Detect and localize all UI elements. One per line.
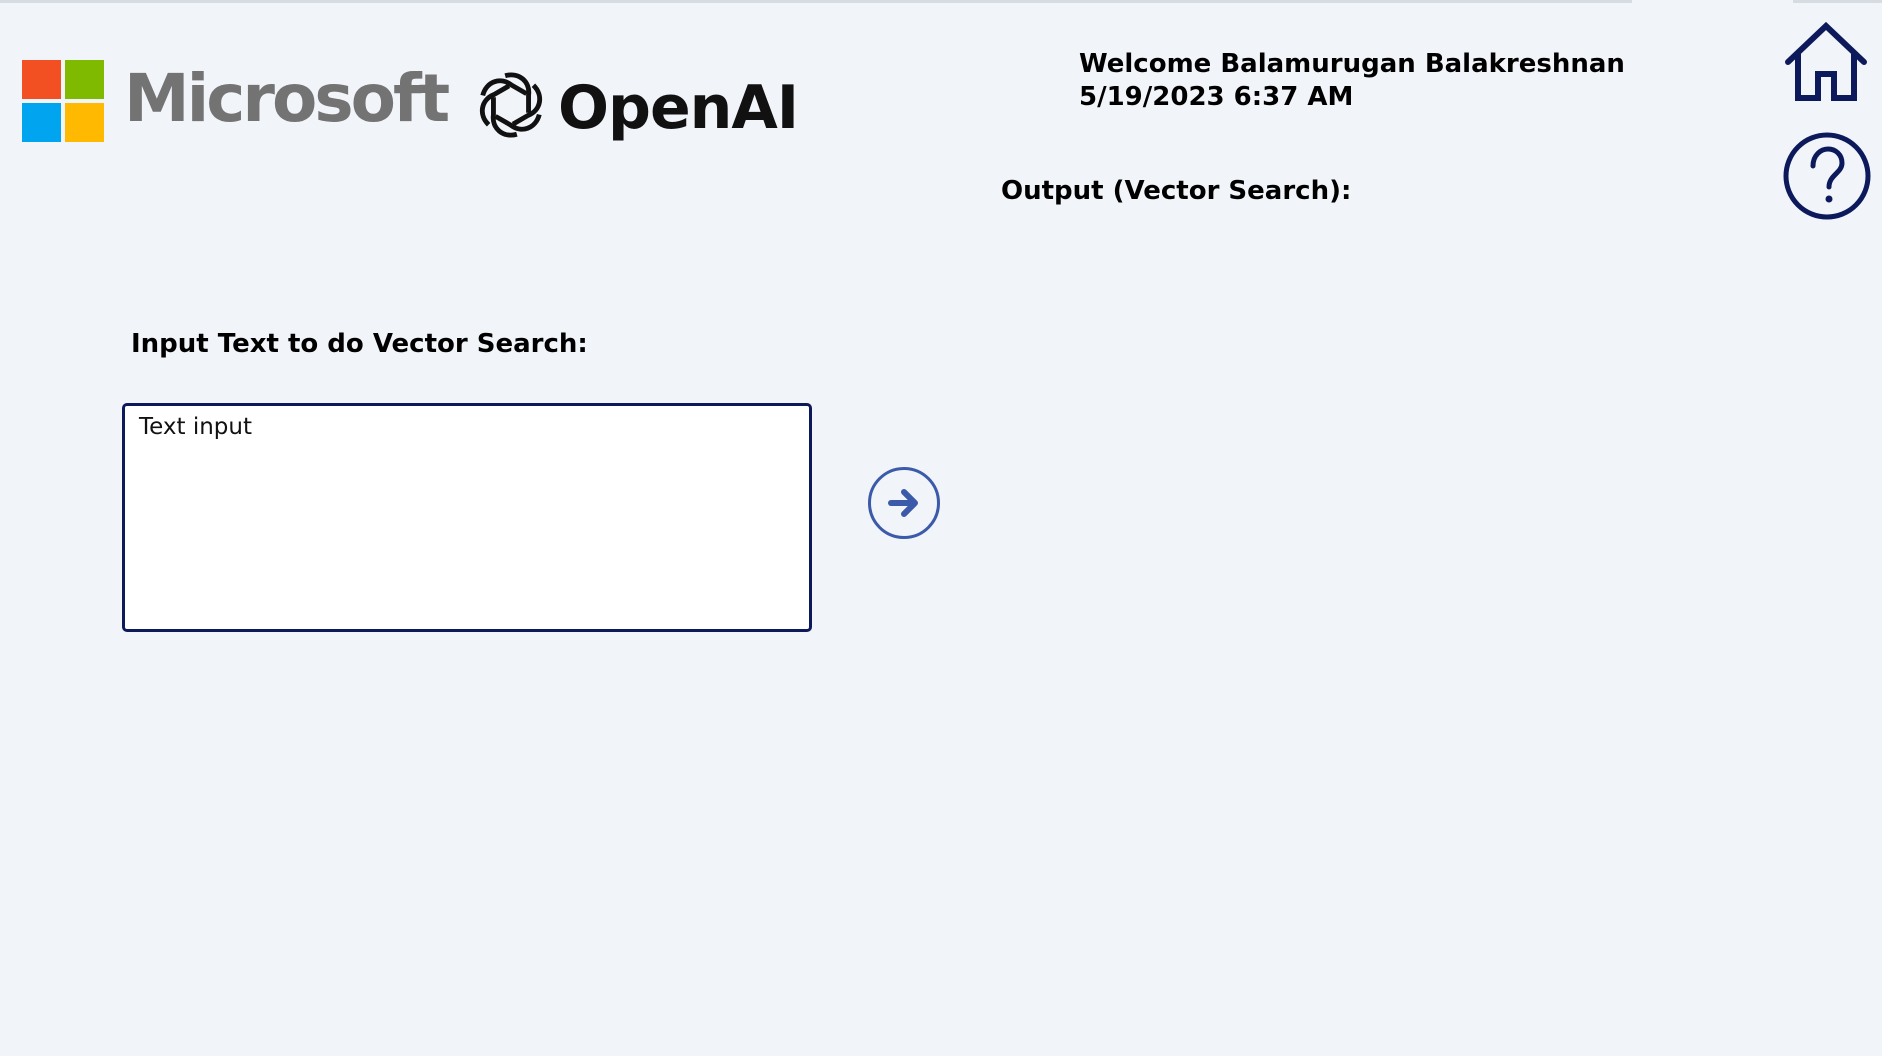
ms-square-green: [65, 60, 104, 99]
ms-square-blue: [22, 103, 61, 142]
home-icon: [1785, 21, 1867, 101]
arrow-right-icon: [888, 489, 918, 517]
current-datetime: 5/19/2023 6:37 AM: [1079, 82, 1354, 112]
openai-knot-icon: [479, 72, 543, 138]
vector-search-input[interactable]: [122, 403, 812, 632]
microsoft-wordmark: Microsoft: [124, 60, 450, 137]
welcome-block: Welcome Balamurugan Balakreshnan 5/19/20…: [1079, 48, 1625, 114]
help-button[interactable]: [1782, 131, 1872, 221]
top-divider-right: [1793, 0, 1882, 3]
top-divider: [0, 0, 1632, 3]
openai-wordmark: OpenAI: [558, 73, 799, 143]
microsoft-squares-icon: [22, 60, 104, 142]
output-label: Output (Vector Search):: [1001, 176, 1352, 206]
submit-search-button[interactable]: [868, 467, 940, 539]
openai-logo: OpenAI: [472, 66, 799, 144]
microsoft-logo: Microsoft: [22, 60, 450, 142]
home-button[interactable]: [1784, 21, 1868, 104]
ms-square-red: [22, 60, 61, 99]
input-label: Input Text to do Vector Search:: [131, 329, 588, 359]
welcome-text: Welcome Balamurugan Balakreshnan: [1079, 49, 1625, 79]
ms-square-yellow: [65, 103, 104, 142]
help-icon: [1783, 132, 1871, 220]
